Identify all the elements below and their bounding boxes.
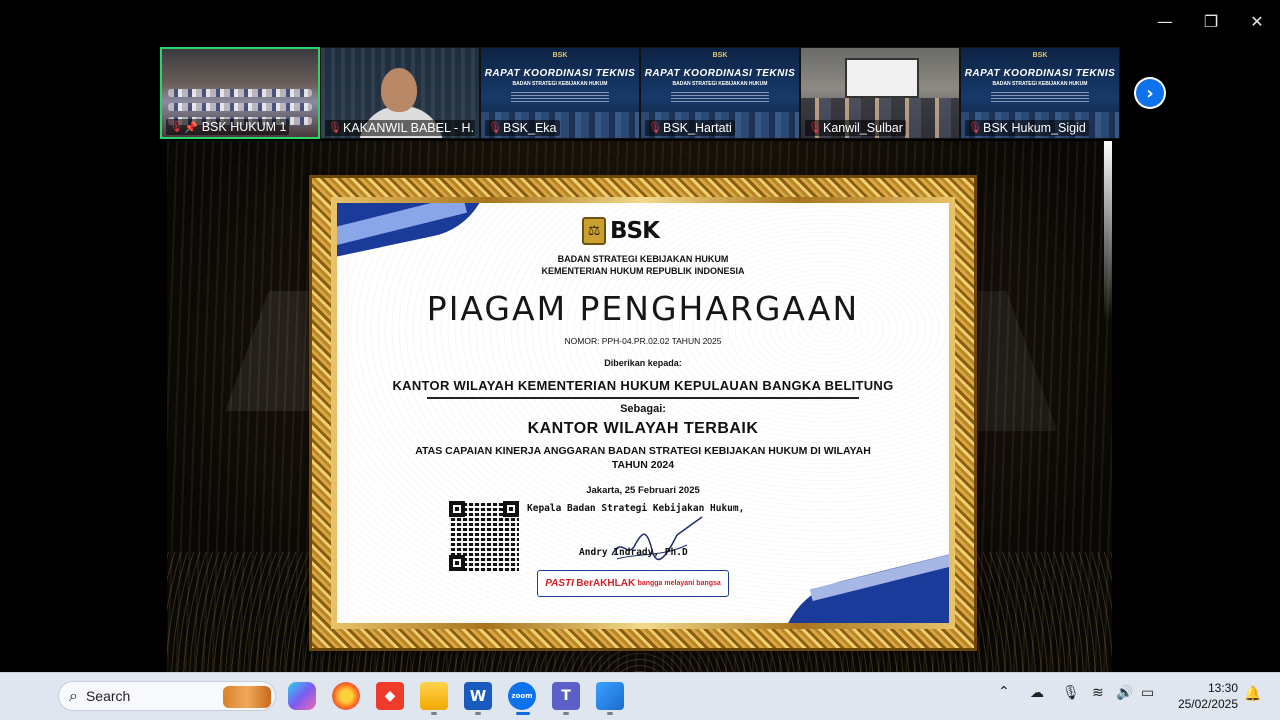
slide-title: RAPAT KOORDINASI TEKNIS bbox=[484, 68, 636, 79]
mic-muted-icon: 🎙 bbox=[648, 121, 662, 134]
participant-name: BSK_Eka bbox=[503, 121, 557, 135]
show-hidden-icons-button[interactable]: ⌃ bbox=[998, 684, 1010, 700]
participant-label: 🎙 KAKANWIL BABEL - H... bbox=[325, 120, 475, 136]
signer-name: Andry Indrady, Ph.D bbox=[579, 547, 688, 558]
logo-text: BSK bbox=[610, 218, 660, 244]
slide-logo: BSK bbox=[1032, 52, 1048, 59]
search-label: Search bbox=[85, 688, 131, 704]
shared-screen: ⚖ BSK BADAN STRATEGI KEBIJAKAN HUKUM KEM… bbox=[167, 141, 1112, 672]
participant-label: 🎙 BSK Hukum_Sigid bbox=[965, 120, 1115, 136]
battery-icon[interactable]: ▭ bbox=[1141, 685, 1154, 701]
photos-icon[interactable] bbox=[596, 682, 624, 710]
clock-time[interactable]: 13:30 bbox=[1170, 681, 1238, 695]
copilot-icon[interactable] bbox=[288, 682, 316, 710]
slide-title: RAPAT KOORDINASI TEKNIS bbox=[964, 68, 1116, 79]
org-line-2: KEMENTERIAN HUKUM REPUBLIK INDONESIA bbox=[541, 266, 745, 276]
award-title: KANTOR WILAYAH TERBAIK bbox=[527, 420, 759, 437]
signer-title: Kepala Badan Strategi Kebijakan Hukum, bbox=[527, 503, 745, 514]
zoom-icon-label: zoom bbox=[511, 692, 533, 700]
certificate-frame: ⚖ BSK BADAN STRATEGI KEBIJAKAN HUKUM KEM… bbox=[309, 175, 977, 651]
qr-code bbox=[449, 501, 519, 571]
participant-tile[interactable]: BSK RAPAT KOORDINASI TEKNIS BADAN STRATE… bbox=[960, 47, 1120, 139]
badge-bangga: bangga melayani bangsa bbox=[637, 580, 721, 587]
slide-title: RAPAT KOORDINASI TEKNIS bbox=[644, 68, 796, 79]
participant-strip: 🎙 📌 BSK HUKUM 1 🎙 KAKANWIL BABEL - H... BSK… bbox=[160, 47, 1120, 139]
bsk-logo: ⚖ BSK bbox=[582, 216, 686, 246]
chevron-right-icon: › bbox=[1136, 79, 1164, 107]
participant-tile[interactable]: BSK RAPAT KOORDINASI TEKNIS BADAN STRATE… bbox=[640, 47, 800, 139]
as-label: Sebagai: bbox=[620, 403, 666, 415]
org-line-1: BADAN STRATEGI KEBIJAKAN HUKUM bbox=[557, 254, 729, 264]
file-explorer-icon[interactable] bbox=[420, 682, 448, 710]
certificate: ⚖ BSK BADAN STRATEGI KEBIJAKAN HUKUM KEM… bbox=[337, 203, 949, 623]
close-button[interactable]: ✕ bbox=[1242, 8, 1272, 34]
place-date: Jakarta, 25 Februari 2025 bbox=[586, 485, 700, 496]
certificate-number: NOMOR: PPH-04.PR.02.02 TAHUN 2025 bbox=[564, 336, 722, 346]
participant-tile[interactable]: BSK RAPAT KOORDINASI TEKNIS BADAN STRATE… bbox=[480, 47, 640, 139]
close-icon: ✕ bbox=[1250, 11, 1264, 31]
participant-label: 🎙 BSK_Eka bbox=[485, 120, 635, 136]
participant-label: 🎙 Kanwil_Sulbar bbox=[805, 120, 955, 136]
minimize-icon: — bbox=[1157, 11, 1173, 31]
mic-muted-icon: 🎙 bbox=[488, 121, 502, 134]
participant-name: BSK HUKUM 1 bbox=[201, 120, 287, 134]
restore-icon: ❐ bbox=[1203, 11, 1219, 31]
slide-subtitle: BADAN STRATEGI KEBIJAKAN HUKUM bbox=[992, 81, 1088, 87]
participant-name: Kanwil_Sulbar bbox=[823, 121, 903, 135]
teams-icon[interactable]: T bbox=[552, 682, 580, 710]
start-button[interactable] bbox=[18, 685, 42, 709]
participant-name: KAKANWIL BABEL - H... bbox=[343, 121, 475, 135]
word-icon[interactable]: W bbox=[464, 682, 492, 710]
emblem-icon: ⚖ bbox=[582, 217, 606, 245]
next-participants-button[interactable]: › bbox=[1134, 77, 1166, 109]
firefox-icon[interactable] bbox=[332, 682, 360, 710]
participant-name: BSK Hukum_Sigid bbox=[983, 121, 1086, 135]
zoom-meeting-window: — ❐ ✕ 🎙 📌 BSK HUKUM 1 🎙 KAKANWIL BABEL - H.… bbox=[0, 0, 1280, 672]
given-to-label: Diberikan kepada: bbox=[604, 358, 682, 368]
mic-muted-icon: 🎙 bbox=[808, 121, 822, 134]
volume-icon[interactable]: 🔊 bbox=[1116, 685, 1133, 701]
search-highlight-icon bbox=[223, 686, 271, 708]
mic-muted-icon: 🎙 bbox=[169, 120, 183, 133]
notification-icon[interactable]: 🔔 bbox=[1244, 686, 1261, 702]
award-year: TAHUN 2024 bbox=[611, 459, 675, 471]
mic-muted-icon: 🎙 bbox=[968, 121, 982, 134]
recipient-name: KANTOR WILAYAH KEMENTERIAN HUKUM KEPULAU… bbox=[392, 378, 894, 393]
zoom-icon[interactable]: zoom bbox=[508, 682, 536, 710]
participant-tile[interactable]: 🎙 KAKANWIL BABEL - H... bbox=[320, 47, 480, 139]
values-badges: PASTI BerAKHLAK bangga melayani bangsa bbox=[537, 570, 729, 597]
microphone-icon[interactable]: 🎙 bbox=[1062, 685, 1080, 701]
minimize-button[interactable]: — bbox=[1150, 8, 1180, 34]
divider bbox=[427, 397, 859, 399]
wifi-icon[interactable]: ≋ bbox=[1092, 685, 1104, 701]
anydesk-icon[interactable]: ◆ bbox=[376, 682, 404, 710]
participant-label: 🎙 📌 BSK HUKUM 1 bbox=[166, 119, 314, 135]
slide-logo: BSK bbox=[712, 52, 728, 59]
badge-pasti: PASTI bbox=[545, 578, 574, 589]
slide-logo: BSK bbox=[552, 52, 568, 59]
onedrive-icon[interactable]: ☁ bbox=[1030, 685, 1044, 701]
clock-date[interactable]: 25/02/2025 bbox=[1170, 697, 1238, 711]
restore-button[interactable]: ❐ bbox=[1196, 8, 1226, 34]
badge-berakhlak: BerAKHLAK bbox=[576, 578, 636, 589]
participant-label: 🎙 BSK_Hartati bbox=[645, 120, 795, 136]
participant-name: BSK_Hartati bbox=[663, 121, 732, 135]
participant-tile[interactable]: 🎙 📌 BSK HUKUM 1 bbox=[160, 47, 320, 139]
pin-icon: 📌 bbox=[184, 120, 198, 134]
search-icon: ⌕ bbox=[69, 686, 78, 705]
slide-subtitle: BADAN STRATEGI KEBIJAKAN HUKUM bbox=[672, 81, 768, 87]
certificate-title: PIAGAM PENGHARGAAN bbox=[426, 289, 860, 328]
word-icon-label: W bbox=[469, 687, 487, 705]
taskbar-search[interactable]: ⌕ Search bbox=[58, 681, 276, 711]
mic-muted-icon: 🎙 bbox=[328, 121, 342, 134]
award-description: ATAS CAPAIAN KINERJA ANGGARAN BADAN STRA… bbox=[415, 445, 871, 457]
participant-tile[interactable]: 🎙 Kanwil_Sulbar bbox=[800, 47, 960, 139]
slide-subtitle: BADAN STRATEGI KEBIJAKAN HUKUM bbox=[512, 81, 608, 87]
